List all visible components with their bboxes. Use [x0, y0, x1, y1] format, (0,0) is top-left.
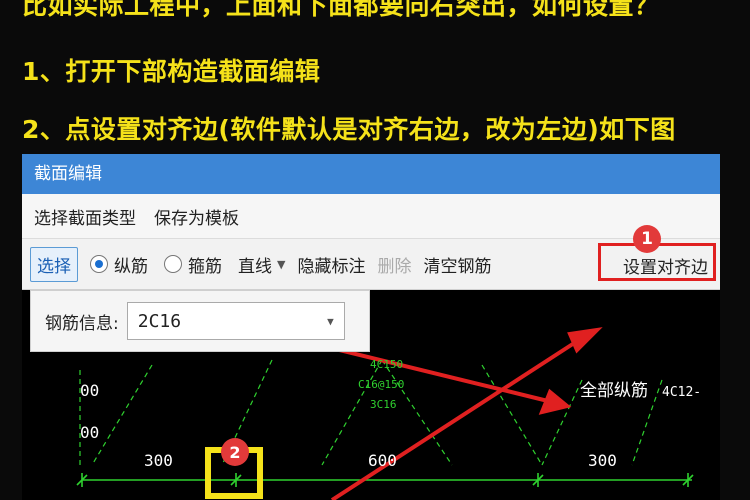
select-section-type-button[interactable]: 选择截面类型 [34, 204, 136, 229]
chevron-down-icon: ▼ [277, 257, 286, 271]
radio-stirrup-label: 箍筋 [188, 256, 222, 277]
clear-rebar-button[interactable]: 清空钢筋 [423, 252, 491, 277]
dashed-line [91, 364, 153, 466]
toolbar: 选择 纵筋 箍筋 直线 ▼ 隐藏标注 删除 清空钢筋 设置对齐边 [22, 239, 720, 290]
menu-bar: 选择截面类型 保存为模板 [22, 194, 720, 239]
section-editor-window: 截面编辑 选择截面类型 保存为模板 选择 纵筋 箍筋 直线 ▼ 隐藏标注 删除 … [22, 154, 720, 500]
step-marker-2-label: 2 [229, 443, 240, 462]
annotation-bar: 4C150 [370, 358, 403, 371]
select-tool-button[interactable]: 选择 [30, 246, 78, 282]
radio-stirrup[interactable]: 箍筋 [164, 252, 222, 277]
caption-question: 比如实际工程中，上面和下面都要向右突出，如何设置？ [22, 0, 660, 20]
radio-unchecked-icon [164, 255, 182, 273]
drawing-canvas[interactable]: 2 300 600 300 00 00 4C150 C16@150 3C16 全… [22, 290, 720, 500]
window-title: 截面编辑 [22, 154, 720, 194]
rebar-info-panel: 钢筋信息: 2C16 ▼ [30, 290, 370, 352]
dim-label-right: 300 [588, 451, 617, 470]
step-marker-1: 1 [633, 225, 661, 253]
bar-spec-label: 4C12- [662, 385, 701, 400]
annotation-spacing: C16@150 [358, 378, 404, 391]
arrow-head-icon [538, 388, 572, 415]
chevron-down-icon: ▼ [327, 314, 334, 328]
line-dropdown-label: 直线 [238, 256, 272, 277]
rebar-info-value: 2C16 [137, 310, 182, 332]
dim-label-mid: 600 [368, 451, 397, 470]
radio-checked-icon [90, 255, 108, 273]
save-as-template-button[interactable]: 保存为模板 [154, 204, 239, 229]
dashed-line [321, 359, 383, 466]
dim-label-left: 300 [144, 451, 173, 470]
annotation-bars: 3C16 [370, 398, 397, 411]
dimension-line [76, 473, 694, 487]
radio-longitudinal-label: 纵筋 [114, 256, 148, 277]
delete-button[interactable]: 删除 [377, 252, 411, 277]
rebar-info-select[interactable]: 2C16 ▼ [126, 302, 345, 340]
hide-labels-button[interactable]: 隐藏标注 [297, 252, 365, 277]
cut-label: 00 [80, 381, 99, 400]
cut-label: 00 [80, 423, 99, 442]
line-dropdown[interactable]: 直线 ▼ [238, 252, 285, 277]
rebar-info-label: 钢筋信息: [45, 313, 119, 334]
all-bars-label: 全部纵筋 [580, 381, 648, 401]
caption-step-1: 1、打开下部构造截面编辑 [22, 57, 321, 86]
rebar-diagonals [79, 359, 663, 466]
radio-longitudinal[interactable]: 纵筋 [90, 252, 148, 277]
dashed-line [481, 364, 543, 466]
arrow-head-icon [567, 327, 603, 354]
caption-step-2: 2、点设置对齐边(软件默认是对齐右边，改为左边)如下图 [22, 115, 676, 144]
